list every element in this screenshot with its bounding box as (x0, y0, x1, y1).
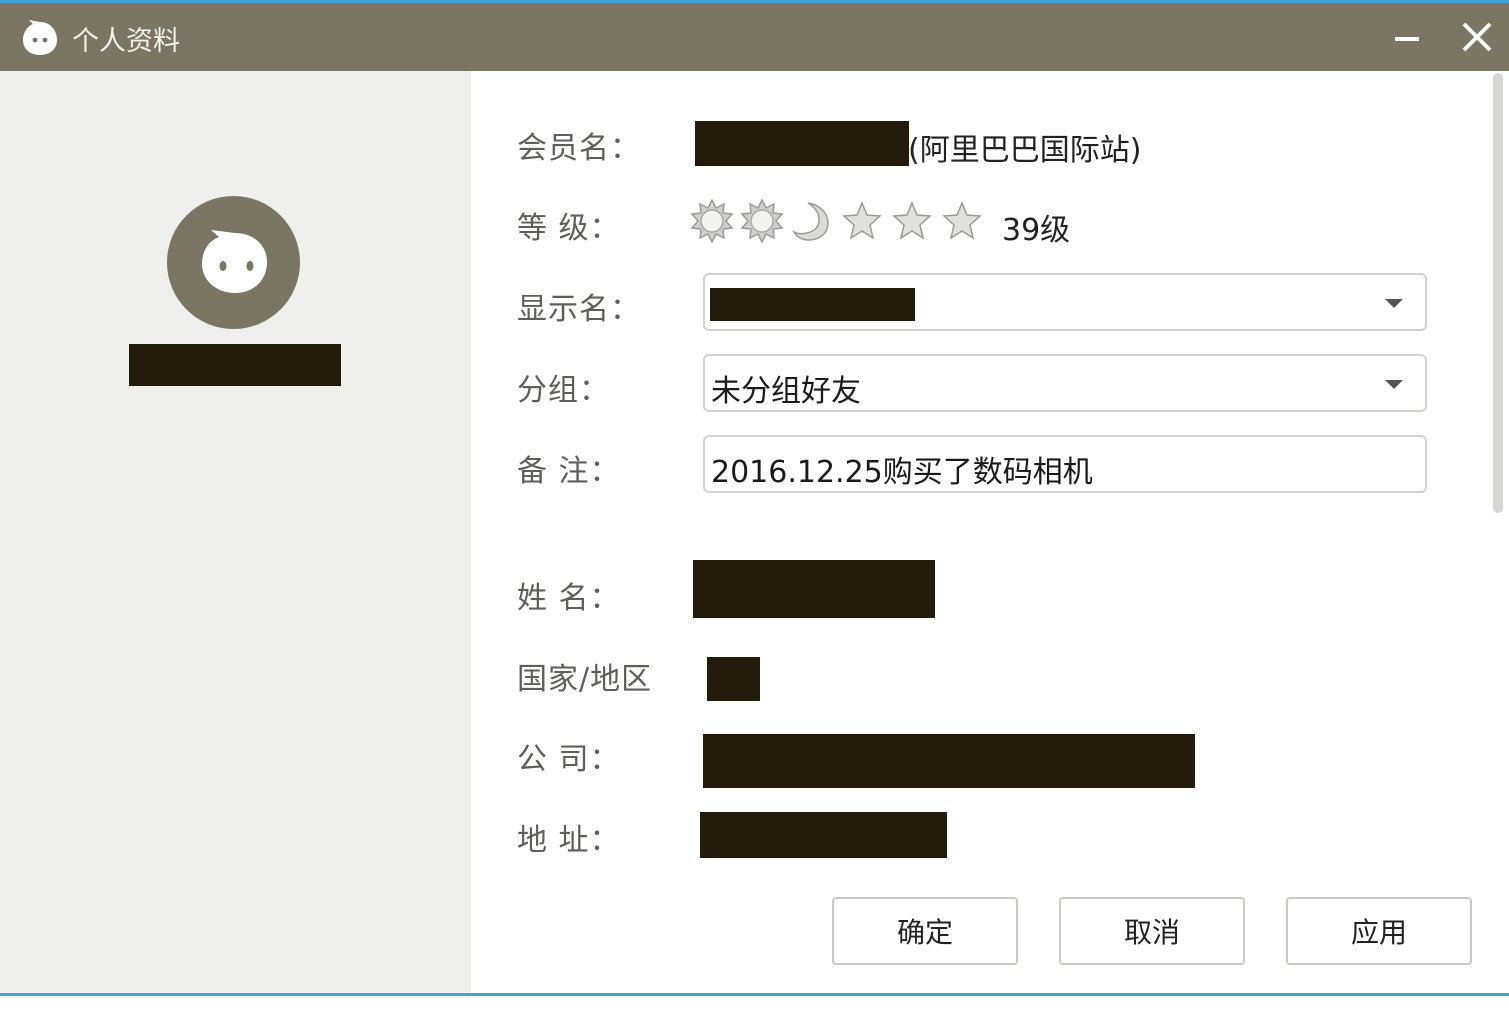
title-bar[interactable]: 个人资料 (0, 3, 1509, 71)
group-label: 分组： (517, 373, 610, 408)
sun-icon (690, 199, 734, 243)
close-icon (1462, 22, 1492, 52)
redacted-name (693, 560, 935, 618)
avatar[interactable] (167, 196, 300, 329)
window-title: 个人资料 (72, 26, 180, 57)
ok-button[interactable]: 确定 (832, 897, 1018, 965)
scrollbar[interactable] (1493, 73, 1503, 513)
moon-icon (792, 202, 829, 241)
close-button[interactable] (1452, 13, 1502, 61)
profile-sidebar (0, 71, 471, 993)
member-name-site: (阿里巴巴国际站) (908, 133, 1142, 168)
country-label: 国家/地区 (517, 662, 653, 697)
member-name-label: 会员名： (517, 131, 641, 166)
ghost-avatar-icon (202, 230, 267, 293)
company-label: 公 司： (517, 742, 621, 777)
redacted-display-name (710, 288, 915, 321)
apply-button[interactable]: 应用 (1286, 897, 1472, 965)
ghost-logo-icon (23, 20, 57, 55)
star-icon (842, 201, 882, 240)
address-label: 地 址： (517, 823, 621, 858)
note-label: 备 注： (517, 454, 621, 489)
sun-icon (740, 199, 784, 243)
redacted-member-name (695, 121, 909, 166)
display-name-select[interactable] (703, 273, 1427, 331)
window-bottom-margin (0, 996, 1509, 1009)
level-icons (690, 199, 990, 243)
display-name-label: 显示名： (517, 292, 641, 327)
name-label: 姓 名： (517, 581, 621, 616)
group-select[interactable]: 未分组好友 (703, 354, 1427, 412)
star-icon (892, 201, 932, 240)
redacted-country (707, 657, 760, 701)
note-value: 2016.12.25购买了数码相机 (711, 455, 1093, 490)
chevron-down-icon[interactable] (1385, 380, 1403, 389)
redacted-nickname (129, 344, 341, 386)
minimize-icon (1395, 37, 1419, 41)
group-selected-value: 未分组好友 (711, 374, 861, 409)
chevron-down-icon[interactable] (1385, 299, 1403, 308)
level-value: 39级 (1002, 213, 1071, 248)
minimize-button[interactable] (1382, 13, 1432, 61)
profile-content (471, 71, 1509, 993)
redacted-company (703, 734, 1195, 788)
cancel-button[interactable]: 取消 (1059, 897, 1245, 965)
note-input[interactable]: 2016.12.25购买了数码相机 (703, 435, 1427, 493)
level-label: 等 级： (517, 211, 621, 246)
redacted-address (700, 812, 947, 858)
star-icon (942, 201, 982, 240)
